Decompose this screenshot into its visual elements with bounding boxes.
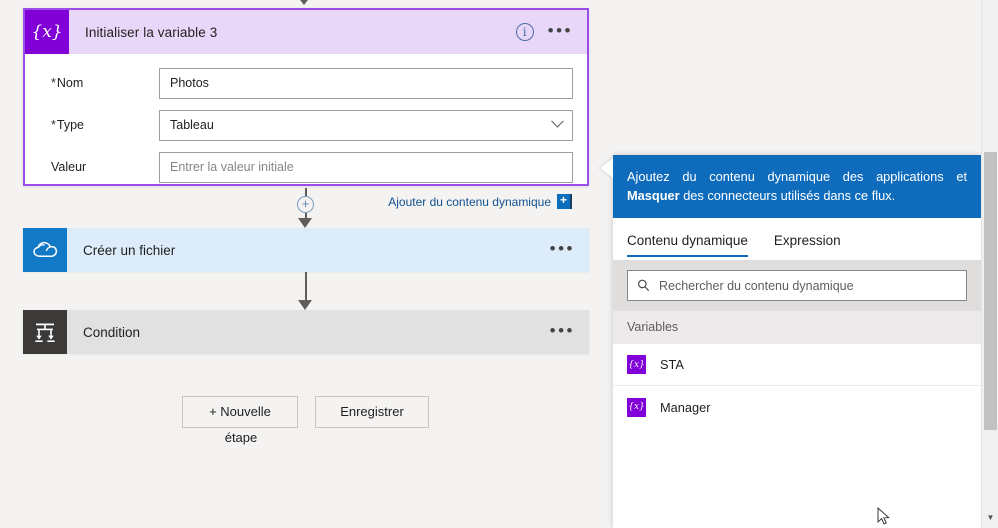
group-header-variables: Variables xyxy=(613,311,981,344)
mouse-cursor xyxy=(877,507,890,525)
action-menu[interactable]: ••• xyxy=(550,322,589,339)
panel-banner-text: Ajoutez du contenu dynamique des applica… xyxy=(627,169,967,184)
action-condition[interactable]: Condition ••• xyxy=(23,310,589,354)
tab-contenu-dynamique[interactable]: Contenu dynamique xyxy=(627,218,748,260)
panel-tabs: Contenu dynamique Expression xyxy=(613,218,981,260)
panel-banner: Ajoutez du contenu dynamique des applica… xyxy=(613,155,981,218)
card-body: *Nom Photos *Type Tableau Valeur Entrer … xyxy=(25,54,587,209)
field-label-nom: *Nom xyxy=(51,76,84,90)
hide-panel-link[interactable]: Masquer xyxy=(627,188,680,203)
onedrive-cloud-icon xyxy=(23,228,67,272)
name-input-value: Photos xyxy=(170,76,209,90)
dynamic-item-label: STA xyxy=(660,357,684,372)
search-area: Rechercher du contenu dynamique xyxy=(613,260,981,311)
ellipsis-icon[interactable]: ••• xyxy=(550,240,575,257)
field-row-type: *Type Tableau xyxy=(39,108,573,142)
chevron-down-icon xyxy=(551,114,564,128)
onedrive-cloud-glyph xyxy=(33,241,58,257)
power-automate-flow-designer: {x} Initialiser la variable 3 i ••• *Nom… xyxy=(0,0,998,528)
page-scrollbar[interactable]: ▼ xyxy=(981,0,998,528)
name-input[interactable]: Photos xyxy=(159,67,573,99)
search-placeholder: Rechercher du contenu dynamique xyxy=(659,278,854,293)
info-icon[interactable]: i xyxy=(515,23,534,41)
field-label-valeur: Valeur xyxy=(51,160,87,174)
type-dropdown-value: Tableau xyxy=(170,118,214,132)
flow-canvas: {x} Initialiser la variable 3 i ••• *Nom… xyxy=(0,0,612,528)
search-input[interactable]: Rechercher du contenu dynamique xyxy=(627,270,967,301)
condition-branch-icon xyxy=(23,310,67,354)
card-header-actions: i ••• xyxy=(515,22,587,41)
new-step-label-line2: étape xyxy=(224,430,258,445)
required-asterisk: * xyxy=(51,76,56,90)
ellipsis-icon[interactable]: ••• xyxy=(550,322,575,339)
action-creer-un-fichier[interactable]: Créer un fichier ••• xyxy=(23,228,589,272)
connector-arrow-2 xyxy=(298,300,312,310)
action-menu[interactable]: ••• xyxy=(550,240,589,257)
value-input[interactable]: Entrer la valeur initiale xyxy=(159,151,573,183)
initialize-variable-card[interactable]: {x} Initialiser la variable 3 i ••• *Nom… xyxy=(23,8,589,209)
save-button[interactable]: Enregistrer xyxy=(315,396,429,428)
panel-banner-text2: des connecteurs utilisés dans ce flux. xyxy=(683,188,896,203)
type-dropdown[interactable]: Tableau xyxy=(159,109,573,141)
search-icon xyxy=(638,279,650,292)
variable-braces-icon: {x} xyxy=(627,355,646,374)
top-connector-arrow xyxy=(297,0,311,5)
tab-expression[interactable]: Expression xyxy=(774,218,841,260)
new-step-label-line1: + Nouvelle xyxy=(209,404,271,419)
field-label-type: *Type xyxy=(51,118,84,132)
card-header[interactable]: {x} Initialiser la variable 3 i ••• xyxy=(25,10,587,54)
scroll-down-arrow-icon[interactable]: ▼ xyxy=(982,509,998,526)
required-asterisk: * xyxy=(51,118,56,132)
variable-braces-glyph: {x} xyxy=(31,22,63,42)
dynamic-item-label: Manager xyxy=(660,399,711,415)
condition-branch-glyph xyxy=(35,323,55,342)
connector-line-2 xyxy=(305,272,307,302)
save-label: Enregistrer xyxy=(340,404,404,419)
dynamic-item-sta[interactable]: {x} STA xyxy=(613,344,981,386)
action-label: Créer un fichier xyxy=(83,242,176,258)
action-label: Condition xyxy=(83,324,141,340)
ellipsis-icon[interactable]: ••• xyxy=(548,22,573,39)
dynamic-content-panel: Ajoutez du contenu dynamique des applica… xyxy=(613,155,981,528)
value-input-placeholder: Entrer la valeur initiale xyxy=(170,160,294,174)
insert-step-button[interactable]: + xyxy=(297,196,314,213)
variable-braces-icon: {x} xyxy=(627,397,646,417)
add-dynamic-content-link[interactable]: Ajouter du contenu dynamique xyxy=(388,195,551,209)
card-title: Initialiser la variable 3 xyxy=(85,24,218,40)
scrollbar-thumb[interactable] xyxy=(984,152,997,430)
field-row-nom: *Nom Photos xyxy=(39,66,573,100)
connector-arrow-1 xyxy=(298,218,312,228)
add-dynamic-content-plus-button[interactable]: + xyxy=(557,194,572,209)
dynamic-item-manager[interactable]: {x} Manager xyxy=(613,386,981,428)
field-row-valeur: Valeur Entrer la valeur initiale xyxy=(39,150,573,184)
panel-callout-pointer xyxy=(600,158,613,178)
variable-braces-icon: {x} xyxy=(25,10,69,54)
new-step-button[interactable]: + Nouvelle étape xyxy=(182,396,298,445)
